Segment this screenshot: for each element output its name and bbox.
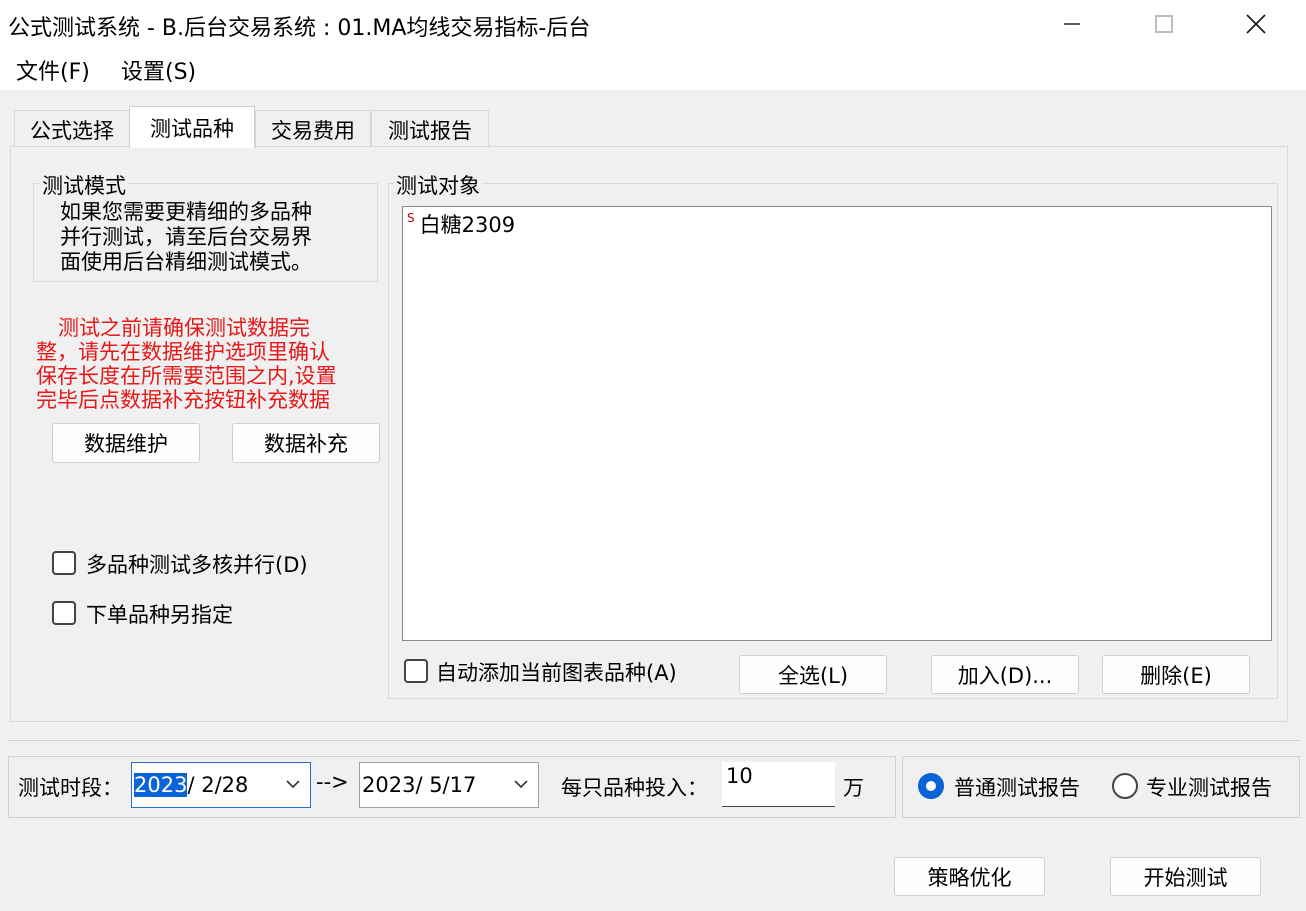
list-item[interactable]: S 白糖2309 (407, 209, 515, 239)
normal-report-radio[interactable] (918, 773, 944, 799)
invest-input[interactable]: 10 (722, 762, 835, 807)
stock-badge-icon: S (407, 211, 415, 225)
start-test-button[interactable]: 开始测试 (1110, 857, 1261, 896)
menu-file[interactable]: 文件(F) (12, 54, 94, 86)
title-bar: 公式测试系统 - B.后台交易系统 : 01.MA均线交易指标-后台 (0, 0, 1306, 48)
test-mode-line: 如果您需要更精细的多品种 (60, 200, 312, 224)
invest-unit: 万 (843, 776, 864, 800)
maximize-icon (1155, 15, 1173, 33)
order-other-label: 下单品种另指定 (86, 603, 233, 627)
warning-line: 整，请先在数据维护选项里确认 (36, 340, 330, 364)
pro-report-radio[interactable] (1112, 773, 1138, 799)
strategy-optimize-button[interactable]: 策略优化 (894, 857, 1045, 896)
period-label: 测试时段： (18, 776, 123, 800)
multicore-label: 多品种测试多核并行(D) (86, 553, 308, 577)
period-arrow: --> (316, 770, 349, 794)
divider (8, 740, 1300, 741)
end-date-picker[interactable]: 2023/ 5/17 (359, 762, 539, 808)
minimize-icon (1064, 23, 1080, 25)
invest-label: 每只品种投入： (561, 776, 708, 800)
close-icon (1246, 14, 1266, 34)
multicore-checkbox[interactable] (52, 551, 76, 575)
tab-test-report[interactable]: 测试报告 (371, 110, 489, 148)
instrument-name: 白糖2309 (419, 213, 516, 237)
data-supplement-button[interactable]: 数据补充 (232, 423, 380, 463)
test-mode-legend: 测试模式 (40, 170, 128, 200)
normal-report-label: 普通测试报告 (954, 776, 1080, 800)
start-date-picker[interactable]: 2023/ 2/28 (131, 762, 311, 808)
warning-line: 测试之前请确保测试数据完 (58, 316, 310, 340)
menu-bar: 文件(F) 设置(S) (0, 48, 1306, 90)
warning-text: 测试之前请确保测试数据完 整，请先在数据维护选项里确认 保存长度在所需要范围之内… (36, 316, 337, 412)
test-object-list[interactable]: S 白糖2309 (402, 206, 1272, 641)
warning-line: 保存长度在所需要范围之内,设置 (36, 364, 337, 388)
test-mode-line: 并行测试，请至后台交易界 (60, 225, 312, 249)
warning-line: 完毕后点数据补充按钮补充数据 (36, 388, 330, 412)
delete-button[interactable]: 删除(E) (1102, 655, 1250, 694)
end-date-value: 2023/ 5/17 (362, 773, 477, 797)
auto-add-label: 自动添加当前图表品种(A) (436, 661, 677, 685)
test-object-legend: 测试对象 (394, 170, 482, 200)
start-date-year: 2023 (134, 773, 188, 797)
data-maintain-button[interactable]: 数据维护 (52, 423, 200, 463)
tab-formula-select[interactable]: 公式选择 (14, 110, 130, 148)
maximize-button[interactable] (1118, 0, 1210, 48)
chevron-down-icon (514, 780, 528, 789)
auto-add-checkbox[interactable] (404, 659, 428, 683)
pro-report-label: 专业测试报告 (1146, 776, 1272, 800)
close-button[interactable] (1210, 0, 1302, 48)
test-mode-line: 面使用后台精细测试模式。 (60, 250, 312, 274)
add-button[interactable]: 加入(D)... (931, 655, 1079, 694)
start-date-rest: / 2/28 (187, 773, 249, 797)
tab-test-instrument[interactable]: 测试品种 (129, 106, 255, 148)
tab-trading-fee[interactable]: 交易费用 (255, 110, 371, 148)
menu-settings[interactable]: 设置(S) (117, 54, 200, 86)
select-all-button[interactable]: 全选(L) (739, 655, 887, 694)
chevron-down-icon (286, 780, 300, 789)
test-mode-text: 如果您需要更精细的多品种 并行测试，请至后台交易界 面使用后台精细测试模式。 (60, 200, 312, 275)
window-title: 公式测试系统 - B.后台交易系统 : 01.MA均线交易指标-后台 (8, 16, 591, 41)
minimize-button[interactable] (1026, 0, 1118, 48)
order-other-checkbox[interactable] (52, 601, 76, 625)
